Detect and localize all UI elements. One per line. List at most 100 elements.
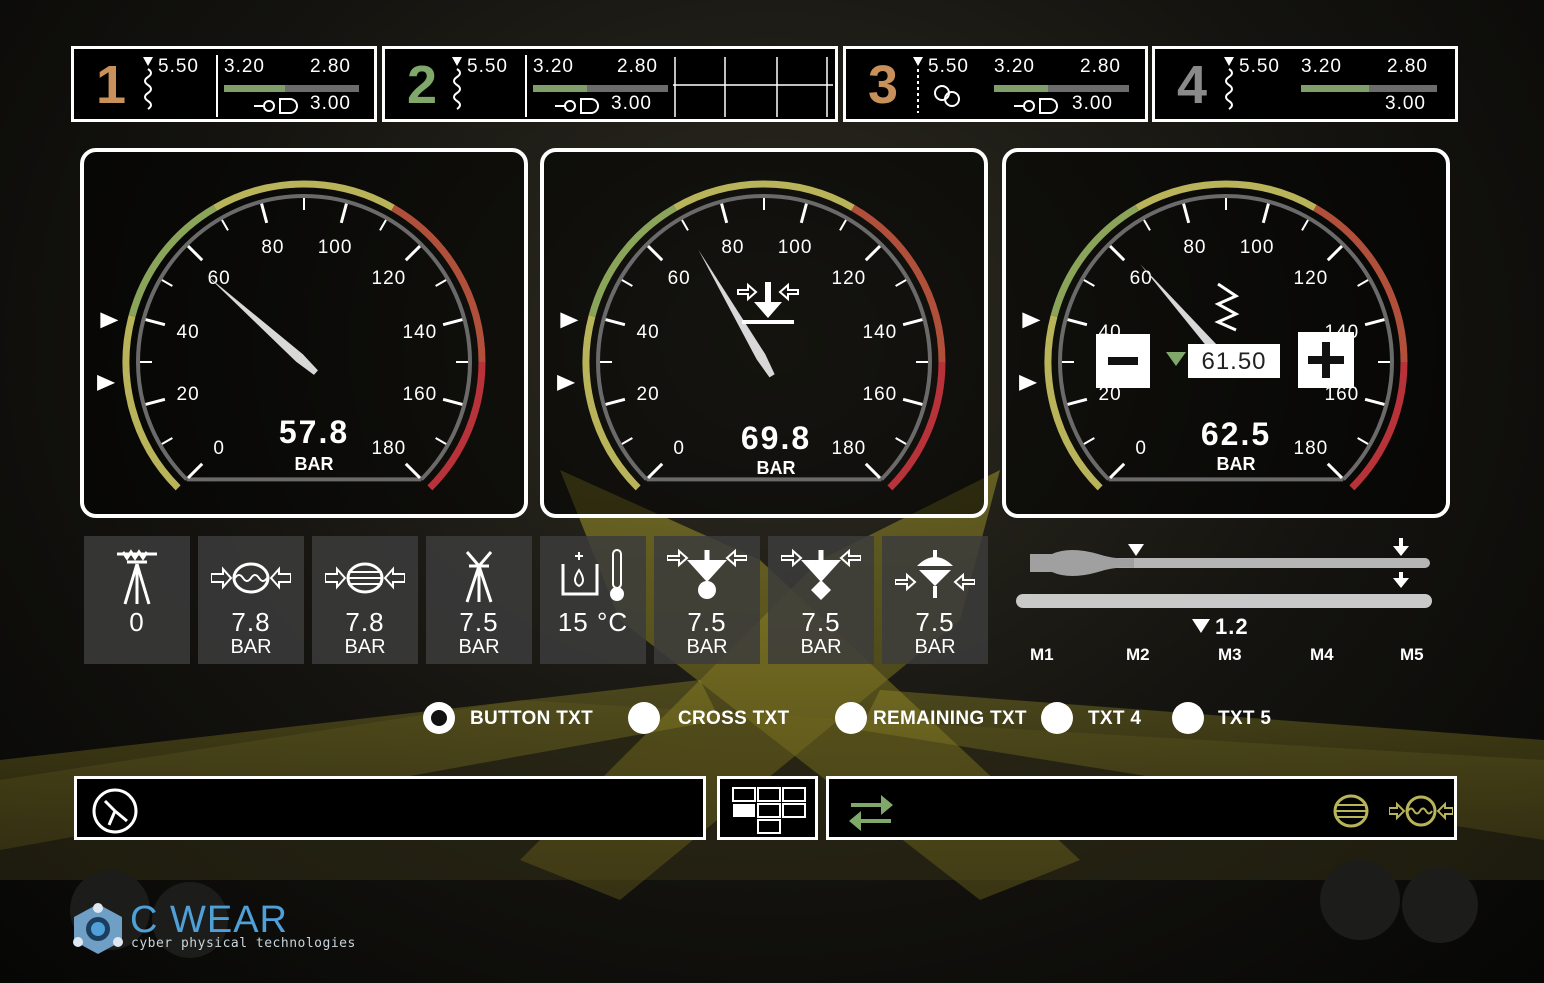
drill-bit-icon (117, 549, 157, 605)
radio-dot[interactable] (628, 702, 660, 734)
swap-arrows-icon[interactable] (847, 791, 895, 831)
gauge-tick (646, 462, 664, 480)
gauge-unit: BAR (294, 454, 334, 474)
radio-dot[interactable] (1041, 702, 1073, 734)
gauge-tick (1364, 397, 1385, 406)
gauge-tick-label: 160 (863, 384, 898, 405)
status-value-top-left: 5.50 (158, 56, 199, 77)
slider-label-m1: M1 (1030, 645, 1054, 664)
gauge-tick (442, 318, 463, 327)
tile-water-temperature[interactable]: 15 °C (540, 536, 646, 664)
gauge-tick (621, 437, 633, 445)
clock-icon[interactable] (91, 787, 139, 835)
gauge-tick (621, 279, 633, 287)
gauge-marker (557, 374, 576, 391)
status-value-top-mid: 3.20 (533, 56, 574, 77)
gauge-panel-1: 0 20 40 60 80 100 120 140 160 180 57.8 BAR (80, 148, 528, 518)
status-value-top-left: 5.50 (1239, 56, 1280, 77)
position-slider[interactable] (1010, 536, 1440, 616)
tile-rotation-pressure[interactable]: 7.8 BAR (198, 536, 304, 664)
gauge-tick (646, 244, 664, 262)
tile-value: 15 °C (540, 608, 646, 636)
gauge-tick (260, 203, 269, 224)
status-progress-bar (533, 85, 668, 92)
gauge-tick-label: 0 (1135, 438, 1147, 459)
tile-value: 7.5 (459, 607, 499, 637)
setpoint-display[interactable]: 61.50 (1188, 344, 1280, 378)
gauge-tick (1357, 279, 1369, 287)
tile-damper-pressure[interactable]: 7.5 BAR (768, 536, 874, 664)
feed-pressure-icon (325, 562, 405, 594)
tile-unit: BAR (914, 636, 956, 658)
status-box-4[interactable]: 4 5.50 3.20 2.80 3.00 (1152, 46, 1458, 122)
gauge-tick (379, 219, 387, 231)
bottom-left-panel[interactable] (74, 776, 706, 840)
gauge-tick (902, 397, 923, 406)
gauge-tick (799, 203, 808, 224)
valve-icon (555, 98, 599, 114)
gauge-tick-label: 140 (863, 322, 898, 343)
status-number: 3 (868, 55, 899, 115)
grid-lines-icon (673, 57, 833, 117)
radio-dot[interactable] (1172, 702, 1204, 734)
gauge-tick (720, 203, 729, 224)
tile-drill-bit-2[interactable]: 7.5 BAR (426, 536, 532, 664)
tile-drill-bit[interactable]: 0 (84, 536, 190, 664)
grid-menu-icon (732, 787, 806, 834)
gauge-tick-label: 80 (721, 237, 744, 258)
gauge-tick-label: 20 (637, 384, 660, 405)
gauge-marker (560, 312, 579, 329)
radio-label: BUTTON TXT (470, 708, 593, 729)
radio-dot[interactable] (423, 702, 455, 734)
percussion-pressure-icon (667, 548, 747, 599)
status-value-bottom: 3.00 (611, 93, 652, 114)
drill-bit-icon (465, 551, 493, 603)
increase-button[interactable] (1298, 332, 1354, 388)
tile-value: 7.5 (687, 607, 727, 637)
radio-dot[interactable] (835, 702, 867, 734)
status-value-top-right: 2.80 (617, 56, 658, 77)
radio-label: REMAINING TXT (873, 708, 1027, 729)
gauge-tick (1326, 244, 1344, 262)
brand-name: C WEAR (130, 899, 288, 941)
tile-percussion-pressure[interactable]: 7.5 BAR (654, 536, 760, 664)
gauge-tick-label: 20 (177, 384, 200, 405)
bottom-right-panel[interactable] (826, 776, 1457, 840)
tile-unit: BAR (800, 636, 842, 658)
feed-pressure-icon[interactable] (1331, 793, 1371, 829)
tile-value: 7.5 (915, 607, 955, 637)
gauge-tick (1108, 462, 1126, 480)
gauge-tick-label: 80 (261, 237, 284, 258)
gauge-tick (864, 462, 882, 480)
slider-value: 1.2 (1215, 614, 1249, 639)
menu-grid-button[interactable] (717, 776, 818, 840)
gauge-tick (186, 244, 204, 262)
gauge-tick (1143, 219, 1151, 231)
gauge-tick (1261, 203, 1270, 224)
slider-marker-icon (1192, 619, 1210, 633)
spring-icon (452, 57, 462, 110)
spring-icon (1214, 282, 1240, 332)
radio-label: CROSS TXT (678, 708, 790, 729)
brand-tagline: cyber physical technologies (131, 936, 356, 951)
status-value-bottom: 3.00 (1385, 93, 1426, 114)
status-box-2[interactable]: 2 5.50 3.20 2.80 3.00 (382, 46, 838, 122)
rotation-pressure-icon (211, 562, 291, 594)
radio-label: TXT 4 (1088, 708, 1142, 729)
gauge-tick (895, 279, 907, 287)
rotation-pressure-icon[interactable] (1389, 791, 1453, 831)
status-box-1[interactable]: 1 5.50 3.20 2.80 3.00 (71, 46, 377, 122)
gauge-tick (161, 279, 173, 287)
gauge-tick (1067, 397, 1088, 406)
slider-label-m2: M2 (1126, 645, 1150, 664)
tile-flushing-pressure[interactable]: 7.5 BAR (882, 536, 988, 664)
status-progress-bar (1301, 85, 1437, 92)
gauge-tick-label: 120 (832, 268, 867, 289)
status-value-top-mid: 3.20 (224, 56, 265, 77)
gauge-tick (435, 279, 447, 287)
tile-feed-pressure[interactable]: 7.8 BAR (312, 536, 418, 664)
status-box-3[interactable]: 3 5.50 3.20 2.80 3.00 (843, 46, 1148, 122)
decrease-button[interactable] (1096, 334, 1150, 388)
gauge-tick (1326, 462, 1344, 480)
gauge-tick-label: 80 (1183, 237, 1206, 258)
